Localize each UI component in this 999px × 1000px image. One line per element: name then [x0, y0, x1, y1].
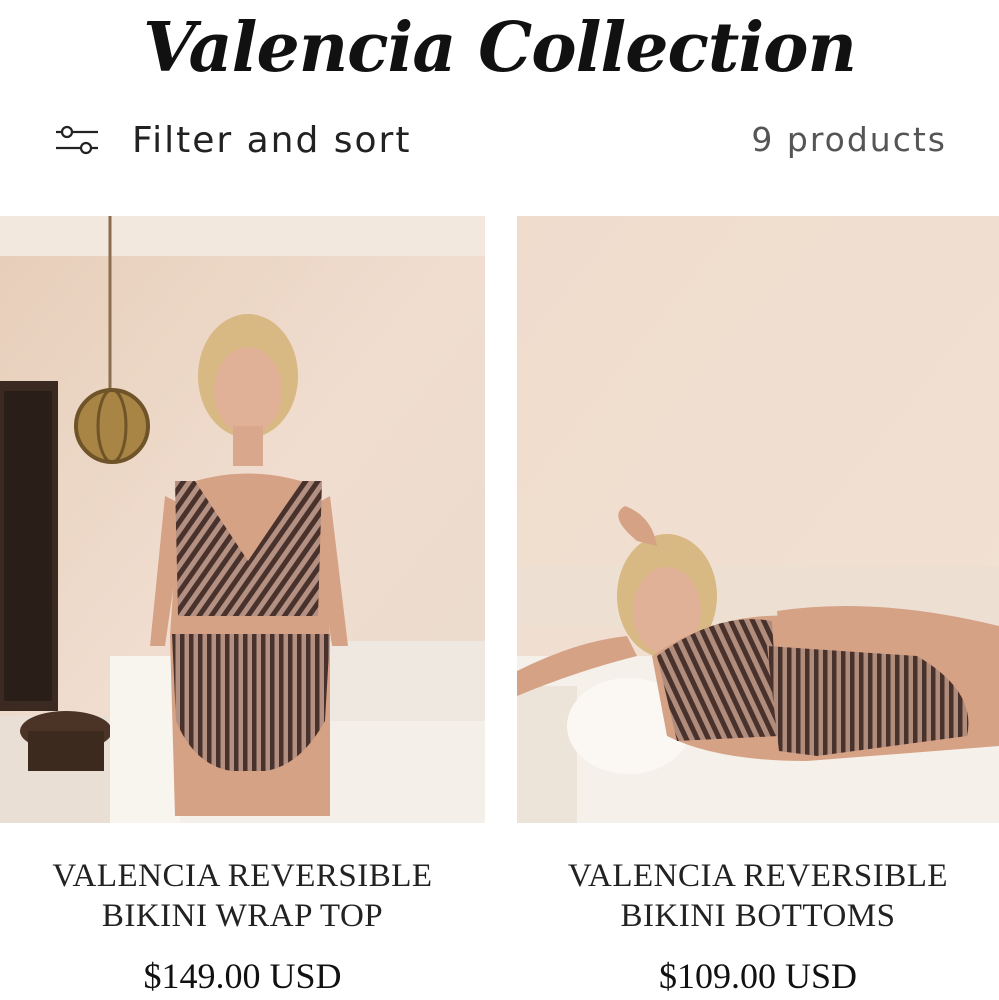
product-name[interactable]: VALENCIA REVERSIBLE BIKINI BOTTOMS: [517, 856, 999, 936]
product-card-bottoms[interactable]: VALENCIA REVERSIBLE BIKINI BOTTOMS $109.…: [517, 216, 999, 1000]
sliders-icon: [56, 125, 98, 155]
collection-title: Valencia Collection: [143, 8, 857, 88]
product-image[interactable]: [0, 216, 485, 823]
filter-and-sort-button[interactable]: Filter and sort: [54, 110, 411, 170]
product-count: 9 products: [751, 120, 947, 159]
product-image[interactable]: [517, 216, 999, 823]
collection-page: Valencia Collection Filter and sort 9 pr…: [0, 0, 999, 1000]
product-photo-reclining-model: [517, 216, 999, 823]
product-card-wrap-top[interactable]: VALENCIA REVERSIBLE BIKINI WRAP TOP $149…: [0, 216, 485, 1000]
product-price: $149.00 USD: [143, 956, 342, 996]
product-price: $109.00 USD: [658, 956, 858, 996]
product-name[interactable]: VALENCIA REVERSIBLE BIKINI WRAP TOP: [0, 856, 485, 936]
product-photo-standing-model: [0, 216, 485, 823]
filter-and-sort-label: Filter and sort: [132, 119, 412, 161]
collection-toolbar: Filter and sort 9 products: [0, 110, 999, 170]
